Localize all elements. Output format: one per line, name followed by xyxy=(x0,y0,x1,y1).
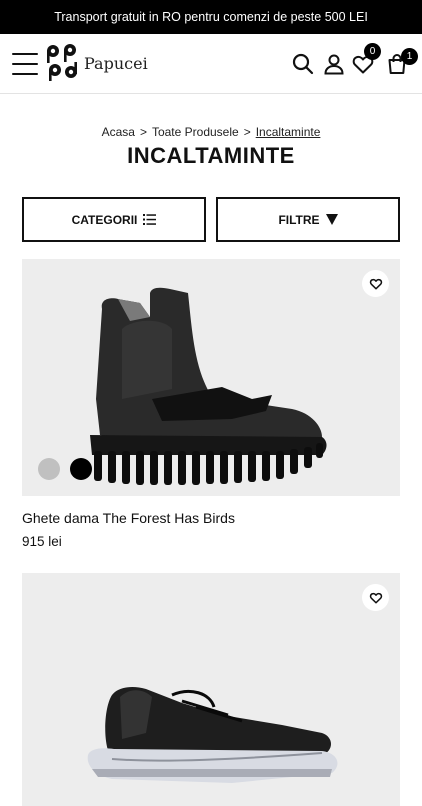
categories-label: CATEGORII xyxy=(71,212,138,227)
heart-icon xyxy=(369,592,382,604)
breadcrumb-separator: > xyxy=(139,125,147,139)
logo-text: Papucei xyxy=(84,53,148,73)
page-title: INCALTAMINTE xyxy=(127,143,295,168)
user-icon[interactable] xyxy=(322,52,346,76)
cart-count-badge: 1 xyxy=(401,48,418,65)
filters-button[interactable]: FILTRE xyxy=(216,197,400,242)
logo-mark-icon xyxy=(47,44,77,81)
menu-icon[interactable] xyxy=(12,53,38,75)
breadcrumb-home[interactable]: Acasa xyxy=(102,125,135,139)
product-name[interactable]: Ghete dama The Forest Has Birds xyxy=(22,510,235,526)
heart-icon xyxy=(369,278,382,290)
search-icon[interactable] xyxy=(291,52,315,76)
breadcrumb-all-products[interactable]: Toate Produsele xyxy=(152,125,239,139)
breadcrumb-current[interactable]: Incaltaminte xyxy=(256,125,321,139)
product-price: 915 lei xyxy=(22,534,62,549)
product-image[interactable] xyxy=(22,259,400,496)
breadcrumb: Acasa > Toate Produsele > Incaltaminte xyxy=(0,125,422,139)
color-swatch-grey[interactable] xyxy=(38,458,60,480)
wishlist-button[interactable] xyxy=(362,270,389,297)
site-header: Papucei 0 1 xyxy=(0,34,422,94)
filters-label: FILTRE xyxy=(278,212,320,227)
logo[interactable]: Papucei xyxy=(44,43,148,83)
wishlist-button[interactable] xyxy=(362,584,389,611)
promo-bar: Transport gratuit in RO pentru comenzi d… xyxy=(0,0,422,34)
list-icon xyxy=(143,214,157,225)
breadcrumb-separator: > xyxy=(243,125,251,139)
categories-button[interactable]: CATEGORII xyxy=(22,197,206,242)
sneaker-image xyxy=(87,687,338,783)
wishlist-count-badge: 0 xyxy=(364,43,381,60)
product-image[interactable] xyxy=(22,573,400,806)
color-swatch-black[interactable] xyxy=(70,458,92,480)
funnel-icon xyxy=(325,214,338,225)
promo-text: Transport gratuit in RO pentru comenzi d… xyxy=(54,10,368,24)
